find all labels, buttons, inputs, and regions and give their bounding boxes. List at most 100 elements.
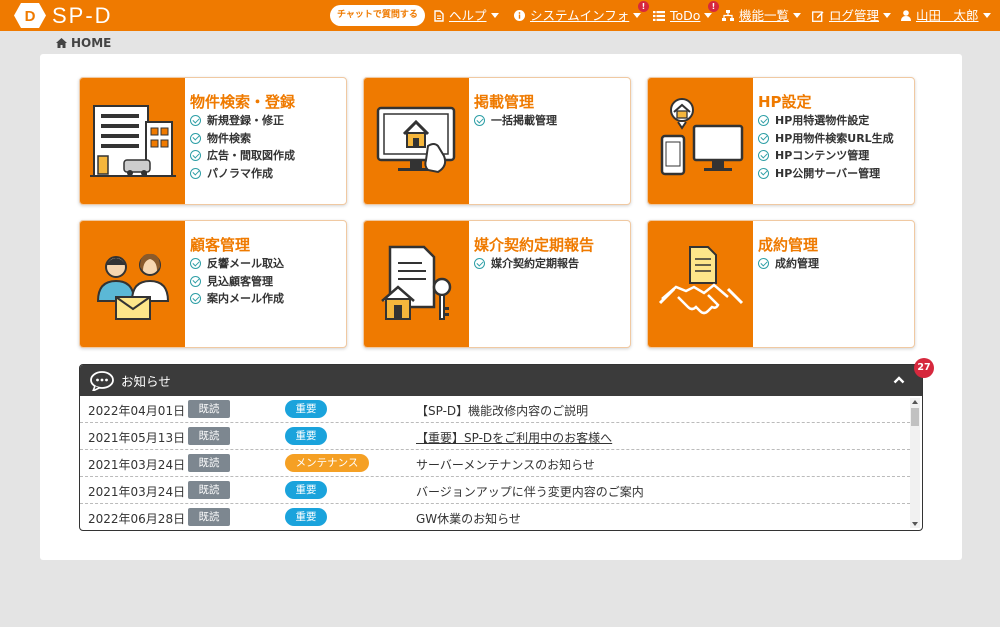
news-row[interactable]: 2021年03月24日 既読 メンテナンス サーバーメンテナンスのお知らせ (80, 450, 910, 477)
card-link[interactable]: 成約管理 (758, 255, 819, 273)
news-row[interactable]: 2021年05月13日 既読 重要 【重要】SP-Dをご利用中のお客様へ (80, 423, 910, 450)
category-badge: 重要 (285, 400, 327, 418)
card-link-label: 案内メール作成 (207, 292, 284, 305)
read-status-badge: 既読 (188, 427, 230, 445)
nav-help[interactable]: ヘルプ (434, 0, 499, 31)
news-link[interactable]: サーバーメンテナンスのお知らせ (416, 456, 595, 473)
card-link[interactable]: 案内メール作成 (190, 290, 284, 308)
check-circle-icon (190, 132, 201, 144)
card-link[interactable]: 反響メール取込 (190, 255, 284, 273)
category-badge: 重要 (285, 427, 327, 445)
news-date: 2022年04月01日 (88, 404, 186, 418)
card-link[interactable]: 媒介契約定期報告 (474, 255, 579, 273)
card-customer-management[interactable]: 顧客管理 反響メール取込 見込顧客管理 案内メール作成 (79, 220, 347, 348)
card-link[interactable]: 物件検索 (190, 130, 295, 148)
card-link-label: 一括掲載管理 (491, 114, 557, 127)
system-info-alert-badge: ! (638, 1, 649, 12)
chevron-down-icon (490, 13, 499, 18)
check-circle-icon (474, 258, 485, 270)
chevron-up-icon[interactable] (893, 374, 905, 386)
breadcrumb-home-label: HOME (71, 36, 112, 50)
check-circle-icon (758, 132, 769, 144)
card-link-label: HP用特選物件設定 (775, 114, 870, 127)
nav-todo[interactable]: ToDo (653, 0, 713, 31)
card-link[interactable]: パノラマ作成 (190, 165, 295, 183)
scroll-up-icon[interactable] (912, 400, 918, 404)
news-header: お知らせ (80, 365, 922, 396)
card-link-list: 一括掲載管理 (474, 112, 557, 130)
svg-text:D: D (25, 8, 36, 25)
card-link-list: 成約管理 (758, 255, 819, 273)
chevron-down-icon (633, 13, 642, 18)
chevron-down-icon (793, 13, 802, 18)
card-link[interactable]: HPコンテンツ管理 (758, 147, 894, 165)
card-link-label: パノラマ作成 (207, 166, 273, 180)
card-contract-management[interactable]: 成約管理 成約管理 (647, 220, 915, 348)
news-date: 2022年06月28日 (88, 512, 186, 526)
card-title: 物件検索・登録 (190, 93, 296, 111)
card-link[interactable]: 一括掲載管理 (474, 112, 557, 130)
category-badge: 重要 (285, 508, 327, 526)
card-link[interactable]: HP用物件検索URL生成 (758, 130, 894, 148)
nav-system-info[interactable]: システムインフォ (514, 0, 642, 31)
breadcrumb[interactable]: HOME (56, 36, 111, 50)
card-image (364, 78, 469, 204)
news-link[interactable]: 【重要】SP-Dをご利用中のお客様へ (416, 429, 612, 446)
card-link[interactable]: 広告・間取図作成 (190, 147, 295, 165)
nav-user-menu[interactable]: 山田 太郎 (901, 0, 991, 31)
card-listing-management[interactable]: 掲載管理 一括掲載管理 (363, 77, 631, 205)
card-link[interactable]: 新規登録・修正 (190, 112, 295, 130)
news-date: 2021年03月24日 (88, 458, 186, 472)
todo-alert-badge: ! (708, 1, 719, 12)
home-icon (56, 38, 67, 48)
nav-help-label: ヘルプ (449, 8, 487, 23)
nav-user-label: 山田 太郎 (916, 8, 979, 23)
check-circle-icon (758, 115, 769, 127)
edit-icon (812, 10, 824, 22)
nav-log-management[interactable]: ログ管理 (812, 0, 892, 31)
news-link[interactable]: バージョンアップに伴う変更内容のご案内 (416, 483, 644, 500)
chevron-down-icon (982, 13, 991, 18)
list-icon (653, 10, 665, 21)
news-date: 2021年03月24日 (88, 485, 186, 499)
building-icon (89, 105, 176, 177)
check-circle-icon (190, 150, 201, 162)
card-image (364, 221, 469, 347)
check-circle-icon (758, 167, 769, 179)
info-icon (514, 10, 525, 21)
contract-key-icon (380, 245, 451, 320)
news-date: 2021年05月13日 (88, 431, 186, 445)
card-link[interactable]: HP用特選物件設定 (758, 112, 894, 130)
news-row[interactable]: 2022年04月01日 既読 重要 【SP-D】機能改修内容のご説明 (80, 396, 910, 423)
check-circle-icon (758, 258, 769, 270)
card-link[interactable]: 見込顧客管理 (190, 273, 284, 291)
news-link[interactable]: 【SP-D】機能改修内容のご説明 (416, 402, 588, 419)
news-scrollbar[interactable] (910, 398, 920, 528)
card-title: 成約管理 (758, 236, 819, 254)
news-row[interactable]: 2022年06月28日 既読 重要 GW休業のお知らせ (80, 504, 910, 530)
news-title: お知らせ (121, 374, 171, 389)
news-row[interactable]: 2021年03月24日 既読 重要 バージョンアップに伴う変更内容のご案内 (80, 477, 910, 504)
card-image (80, 78, 185, 204)
news-link[interactable]: GW休業のお知らせ (416, 510, 521, 527)
read-status-badge: 既読 (188, 400, 230, 418)
category-badge: 重要 (285, 481, 327, 499)
card-property-search[interactable]: 物件検索・登録 新規登録・修正 物件検索 広告・間取図作成 パノラマ作成 (79, 77, 347, 205)
card-hp-settings[interactable]: HP設定 HP用特選物件設定 HP用物件検索URL生成 HPコンテンツ管理 HP… (647, 77, 915, 205)
card-link[interactable]: HP公開サーバー管理 (758, 165, 894, 183)
check-circle-icon (190, 275, 201, 287)
card-title: 顧客管理 (190, 236, 251, 254)
card-brokerage-report[interactable]: 媒介契約定期報告 媒介契約定期報告 (363, 220, 631, 348)
chat-question-button[interactable]: チャットで質問する (330, 5, 425, 26)
news-panel: お知らせ 2022年04月01日 既読 重要 【SP-D】機能改修内容のご説明 2021… (79, 364, 923, 531)
card-link-label: 反響メール取込 (207, 257, 284, 270)
card-title: 媒介契約定期報告 (474, 236, 595, 254)
news-list: 2022年04月01日 既読 重要 【SP-D】機能改修内容のご説明 2021年05月1… (80, 396, 922, 530)
scroll-down-icon[interactable] (912, 522, 918, 526)
card-link-label: 見込顧客管理 (207, 274, 273, 288)
logo[interactable]: D SP-D (14, 3, 113, 28)
top-header: D SP-D チャットで質問する ヘルプ システムインフォ ! ToDo ! 機… (0, 0, 1000, 31)
scroll-thumb[interactable] (911, 408, 919, 426)
nav-features[interactable]: 機能一覧 (722, 0, 802, 31)
card-link-label: 成約管理 (775, 257, 819, 270)
